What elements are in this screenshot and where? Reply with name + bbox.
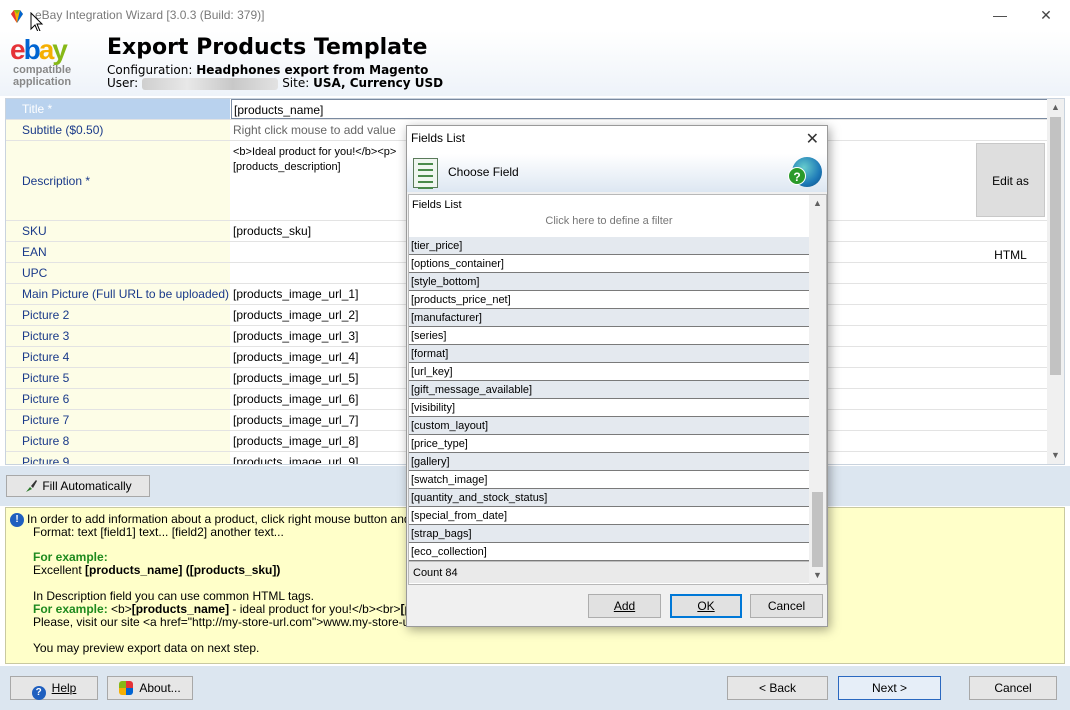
info-icon: ! bbox=[10, 513, 24, 527]
field-item[interactable]: [custom_layout] bbox=[409, 417, 809, 435]
title-value[interactable]: [products_name] bbox=[231, 99, 1049, 119]
dialog-title: Fields List bbox=[407, 126, 827, 154]
field-item[interactable]: [quantity_and_stock_status] bbox=[409, 489, 809, 507]
close-button[interactable]: ✕ bbox=[1023, 4, 1069, 28]
help-globe-icon[interactable]: ? bbox=[788, 157, 822, 187]
window-title: eBay Integration Wizard [3.0.3 (Build: 3… bbox=[35, 8, 265, 22]
field-item[interactable]: [strap_bags] bbox=[409, 525, 809, 543]
field-item[interactable]: [products_price_net] bbox=[409, 291, 809, 309]
field-item[interactable]: [url_key] bbox=[409, 363, 809, 381]
configuration-line: Configuration: Headphones export from Ma… bbox=[107, 63, 429, 77]
field-item[interactable]: [series] bbox=[409, 327, 809, 345]
field-item[interactable]: [eco_collection] bbox=[409, 543, 809, 561]
next-button[interactable]: Next > bbox=[838, 676, 941, 700]
field-item[interactable]: [visibility] bbox=[409, 399, 809, 417]
edit-as-html-button[interactable]: Edit as HTML bbox=[976, 143, 1045, 262]
about-icon bbox=[119, 681, 134, 695]
add-button[interactable]: Add bbox=[588, 594, 661, 618]
cancel-button[interactable]: Cancel bbox=[969, 676, 1057, 700]
ebay-compatible-logo: ebay compatible application bbox=[10, 34, 72, 89]
grid-scroll-thumb[interactable] bbox=[1050, 117, 1061, 375]
scroll-down-icon[interactable]: ▼ bbox=[809, 567, 826, 584]
help-icon: ? bbox=[31, 686, 46, 700]
title-bar: eBay Integration Wizard [3.0.3 (Build: 3… bbox=[0, 0, 1070, 31]
fill-automatically-button[interactable]: Fill Automatically bbox=[6, 475, 150, 497]
row-title[interactable]: Title * [products_name] bbox=[6, 99, 1049, 120]
maximize-button[interactable] bbox=[977, 4, 1023, 28]
fields-scroll-thumb[interactable] bbox=[812, 492, 823, 567]
choose-field-label: Choose Field bbox=[448, 165, 519, 179]
site-value: USA, Currency USD bbox=[313, 76, 444, 90]
user-site-line: User: Site: USA, Currency USD bbox=[107, 76, 444, 90]
page-title: Export Products Template bbox=[107, 35, 428, 60]
field-item[interactable]: [options_container] bbox=[409, 255, 809, 273]
brush-icon bbox=[26, 480, 38, 492]
field-item[interactable]: [format] bbox=[409, 345, 809, 363]
grid-scrollbar[interactable]: ▲ ▼ bbox=[1047, 99, 1064, 464]
configuration-value: Headphones export from Magento bbox=[196, 63, 429, 77]
about-button[interactable]: About... bbox=[107, 676, 193, 700]
ok-button[interactable]: OK bbox=[670, 594, 742, 618]
fields-list-dialog: Fields List ✕ Choose Field ? Fields List… bbox=[406, 125, 828, 627]
field-item[interactable]: [special_from_date] bbox=[409, 507, 809, 525]
scroll-up-icon[interactable]: ▲ bbox=[809, 195, 826, 212]
field-item[interactable]: [manufacturer] bbox=[409, 309, 809, 327]
page-header: ebay compatible application Export Produ… bbox=[0, 31, 1070, 96]
fields-list-scrollbar[interactable]: ▲ ▼ bbox=[809, 195, 826, 584]
field-item[interactable]: [tier_price] bbox=[409, 237, 809, 255]
field-item[interactable]: [gift_message_available] bbox=[409, 381, 809, 399]
user-redacted bbox=[142, 77, 279, 90]
scroll-down-icon[interactable]: ▼ bbox=[1047, 447, 1064, 464]
filter-row[interactable]: Click here to define a filter bbox=[409, 215, 809, 227]
dialog-close-icon[interactable]: ✕ bbox=[806, 129, 819, 149]
back-button[interactable]: < Back bbox=[727, 676, 828, 700]
dialog-cancel-button[interactable]: Cancel bbox=[750, 594, 823, 618]
fields-list[interactable]: Fields List Click here to define a filte… bbox=[408, 194, 827, 585]
field-item[interactable]: [swatch_image] bbox=[409, 471, 809, 489]
wizard-footer: ? Help About... < Back Next > Cancel bbox=[0, 666, 1070, 710]
dialog-header: Choose Field ? bbox=[407, 154, 827, 192]
fields-count: Count 84 bbox=[409, 561, 809, 583]
help-button[interactable]: ? Help bbox=[10, 676, 98, 700]
ebay-app-icon bbox=[11, 10, 23, 23]
fields-list-header: Fields List bbox=[412, 199, 462, 211]
field-item[interactable]: [price_type] bbox=[409, 435, 809, 453]
document-list-icon bbox=[413, 158, 438, 189]
scroll-up-icon[interactable]: ▲ bbox=[1047, 99, 1064, 116]
field-item[interactable]: [style_bottom] bbox=[409, 273, 809, 291]
field-item[interactable]: [gallery] bbox=[409, 453, 809, 471]
